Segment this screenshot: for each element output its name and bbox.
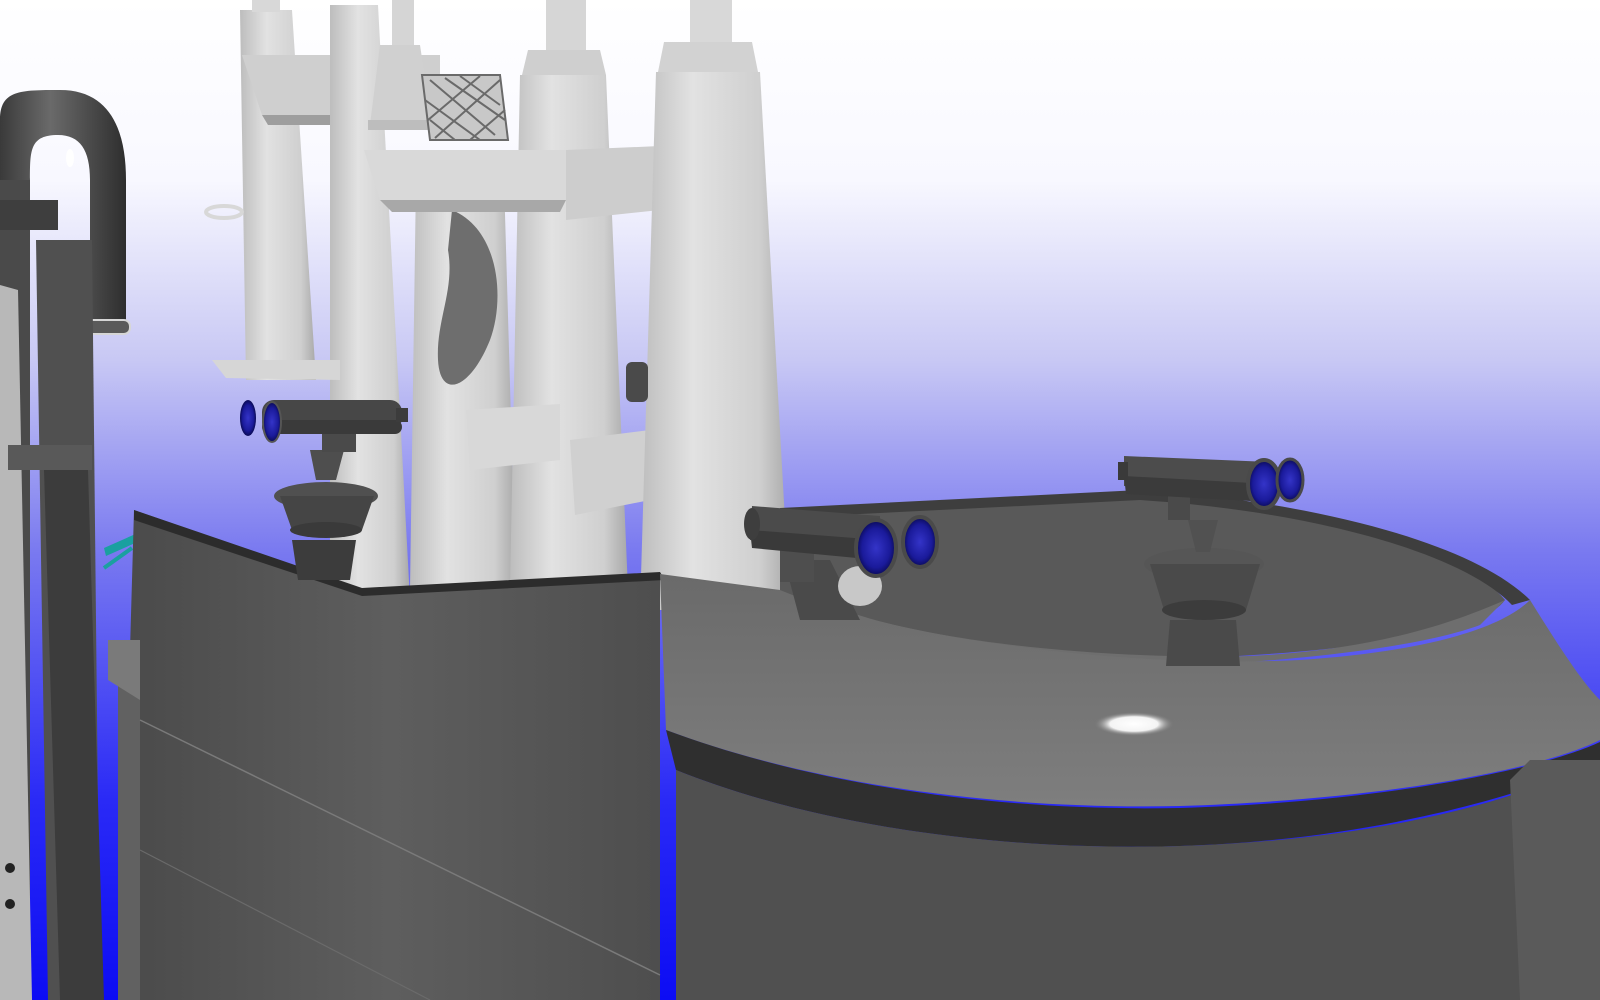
- submarine-conning-tower-render: [0, 0, 1600, 1000]
- 3d-viewport[interactable]: [0, 0, 1600, 1000]
- specular-highlight: [1094, 712, 1174, 736]
- lattice-net: [420, 74, 510, 141]
